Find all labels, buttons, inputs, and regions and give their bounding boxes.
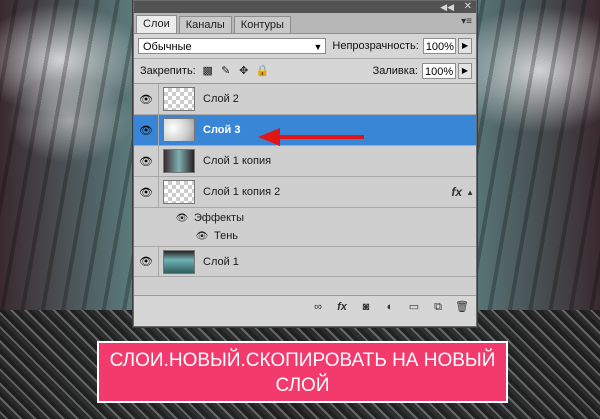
fill-label: Заливка: [372,65,418,77]
blend-mode-value: Обычные [143,41,192,53]
mask-icon[interactable]: ◙ [358,299,374,315]
caption-line-1: СЛОИ.НОВЫЙ.СКОПИРОВАТЬ НА НОВЫЙ [109,350,496,371]
layer-row[interactable]: 👁 Слой 1 копия [134,146,476,177]
chevron-down-icon: ▼ [313,42,323,52]
eye-icon[interactable]: 👁 [190,231,214,242]
adjustment-icon[interactable]: ◐ [382,299,398,315]
eye-icon[interactable]: 👁 [134,247,159,276]
eye-icon[interactable]: 👁 [170,213,194,224]
layer-name: Слой 1 копия [203,155,272,167]
panel-menu-icon[interactable]: ▾≡ [461,16,472,27]
tab-channels[interactable]: Каналы [178,16,232,33]
layer-name: Слой 3 [203,124,241,136]
layers-list: 👁 Слой 2 👁 Слой 3 👁 Слой 1 копия 👁 Слой … [134,84,476,296]
link-icon[interactable]: ∞ [310,299,326,315]
caption-line-2: СЛОЙ [275,375,330,396]
shadow-effect-row[interactable]: 👁 Тень [134,227,476,245]
effects-label: Эффекты [194,212,245,224]
shadow-label: Тень [214,230,239,242]
lock-row: Закрепить: ▩ ✎ ✥ 🔒 Заливка: 100% ▶ [134,59,476,84]
layer-thumbnail [163,149,195,173]
layer-thumbnail [163,87,195,111]
layer-name: Слой 2 [203,93,239,105]
layer-thumbnail [163,249,195,274]
eye-icon[interactable]: 👁 [134,177,159,207]
fx-icon[interactable]: fx [451,185,462,199]
red-arrow-annotation [258,128,364,146]
opacity-slider-button[interactable]: ▶ [458,38,472,54]
tab-paths[interactable]: Контуры [233,16,291,33]
layer-row[interactable]: 👁 Слой 1 копия 2 fx ▲ [134,177,476,208]
layer-thumbnail [163,180,195,204]
tab-layers[interactable]: Слои [136,15,177,33]
layers-panel: ◀◀ ✕ Слои Каналы Контуры ▾≡ Обычные ▼ Не… [133,0,477,327]
collapse-icon[interactable]: ◀◀ [440,2,454,12]
opacity-label: Непрозрачность: [332,40,419,52]
layer-name: Слой 1 [203,255,239,268]
fx-icon[interactable]: fx [334,299,350,315]
layer-row[interactable]: 👁 Слой 2 [134,84,476,115]
opacity-field[interactable]: 100% [422,38,457,54]
eye-icon[interactable]: 👁 [134,146,159,176]
lock-position-icon[interactable]: ✥ [238,65,250,77]
folder-icon[interactable]: ▭ [406,299,422,315]
panel-bottom-toolbar: ∞ fx ◙ ◐ ▭ ⧉ 🗑 [134,296,476,317]
layer-name: Слой 1 копия 2 [203,186,281,198]
close-icon[interactable]: ✕ [464,1,472,13]
lock-pixels-icon[interactable]: ✎ [220,65,232,77]
fill-slider-button[interactable]: ▶ [458,63,472,79]
new-layer-icon[interactable]: ⧉ [430,299,446,315]
lock-label: Закрепить: [140,65,196,77]
panel-tabs: Слои Каналы Контуры ▾≡ [134,13,476,34]
fill-field[interactable]: 100% [422,63,456,79]
layer-thumbnail [163,118,195,142]
trash-icon[interactable]: 🗑 [454,299,470,315]
eye-icon[interactable]: 👁 [134,84,159,114]
blend-mode-select[interactable]: Обычные ▼ [138,38,327,54]
blend-row: Обычные ▼ Непрозрачность: 100% ▶ [134,34,476,59]
eye-icon[interactable]: 👁 [134,115,159,145]
lock-transparency-icon[interactable]: ▩ [202,65,214,77]
chevron-up-icon[interactable]: ▲ [466,188,474,197]
panel-titlebar: ◀◀ ✕ [134,1,476,13]
lock-all-icon[interactable]: 🔒 [256,65,270,77]
effects-group-row[interactable]: 👁 Эффекты [134,209,476,227]
caption-banner: СЛОИ.НОВЫЙ.СКОПИРОВАТЬ НА НОВЫЙ СЛОЙ [97,341,508,403]
layer-row[interactable]: 👁 Слой 1 [134,246,476,277]
